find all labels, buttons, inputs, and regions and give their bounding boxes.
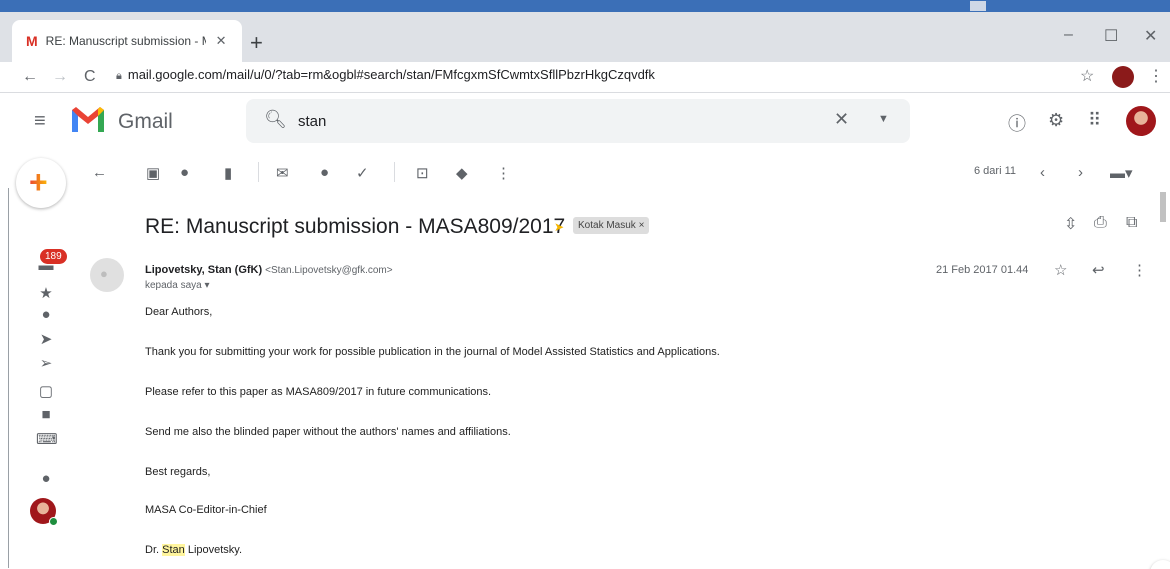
person-icon: ●: [100, 266, 108, 281]
scrollbar-thumb[interactable]: [1160, 192, 1166, 222]
url-field[interactable]: 🔒︎ mail.google.com/mail/u/0/?tab=rm&ogbl#…: [116, 67, 655, 83]
unread-badge: 189: [40, 249, 67, 264]
mark-unread-icon[interactable]: ✉: [276, 164, 289, 182]
starred-icon[interactable]: ★: [36, 284, 56, 302]
online-status-icon: [49, 517, 58, 526]
account-avatar[interactable]: [1126, 106, 1156, 136]
toolbar-divider: [394, 162, 395, 182]
gmail-logo-icon[interactable]: [70, 104, 106, 134]
newer-icon[interactable]: ‹: [1040, 164, 1045, 181]
snoozed-clock-icon[interactable]: ●: [36, 306, 56, 323]
browser-profile-avatar[interactable]: [1112, 66, 1134, 88]
address-bar: ← → C 🔒︎ mail.google.com/mail/u/0/?tab=rm…: [0, 62, 1170, 92]
archive-icon[interactable]: ▣: [146, 164, 160, 182]
body-role: MASA Co-Editor-in-Chief: [145, 504, 267, 516]
search-options-icon[interactable]: ▼: [878, 113, 889, 125]
delete-icon[interactable]: ▮: [224, 164, 232, 182]
body-line: Send me also the blinded paper without t…: [145, 426, 511, 438]
recipient-details[interactable]: kepada saya ▾: [145, 280, 210, 291]
search-bar[interactable]: 🔍︎ stan ✕ ▼: [246, 99, 910, 143]
body-greeting: Dear Authors,: [145, 306, 213, 318]
window-close-icon[interactable]: ✕: [1144, 26, 1157, 46]
message-date: 21 Feb 2017 01.44: [936, 264, 1029, 276]
importance-marker-icon[interactable]: ➤: [554, 220, 564, 234]
settings-gear-icon[interactable]: ⚙: [1048, 110, 1064, 131]
forward-arrow-icon[interactable]: →: [52, 68, 68, 86]
rail-scroll-line: [8, 188, 9, 568]
tab-title: RE: Manuscript submission - MASA809/2017: [45, 34, 206, 48]
sender-name-text: Lipovetsky, Stan (GfK): [145, 264, 263, 276]
report-spam-icon[interactable]: ●: [180, 164, 189, 181]
back-to-list-icon[interactable]: ←: [92, 164, 107, 181]
clear-search-icon[interactable]: ✕: [834, 109, 849, 130]
browser-tabstrip: M RE: Manuscript submission - MASA809/20…: [0, 12, 1170, 62]
hangouts-icon[interactable]: ●: [36, 470, 56, 487]
sender-avatar: ●: [90, 258, 124, 292]
hangouts-avatar[interactable]: [30, 498, 58, 526]
divider: [0, 92, 1170, 93]
compose-plus-icon: +: [29, 164, 48, 200]
message-more-icon[interactable]: ⋮: [1132, 261, 1147, 279]
desktop-strip: [0, 0, 1170, 12]
meet-new-icon[interactable]: ▢: [36, 382, 56, 400]
main-menu-icon[interactable]: ≡: [34, 110, 46, 133]
signature-suffix: Lipovetsky.: [184, 544, 243, 556]
body-line: Thank you for submitting your work for p…: [145, 346, 720, 358]
sender-email: <Stan.Lipovetsky@gfk.com>: [265, 265, 393, 276]
collapse-all-icon[interactable]: ⇳: [1064, 214, 1077, 234]
search-input[interactable]: stan: [298, 113, 326, 130]
side-panel-toggle[interactable]: ‹: [1150, 560, 1170, 569]
desktop-icon: [970, 1, 986, 11]
back-arrow-icon[interactable]: ←: [22, 68, 38, 86]
snooze-icon[interactable]: ●: [320, 164, 329, 181]
print-icon[interactable]: ⎙: [1094, 214, 1107, 232]
add-to-tasks-icon[interactable]: ✓: [356, 164, 369, 182]
apps-grid-icon[interactable]: ⠿: [1088, 110, 1101, 131]
more-actions-icon[interactable]: ⋮: [496, 164, 511, 182]
star-icon[interactable]: ☆: [1054, 261, 1067, 279]
browser-tab[interactable]: M RE: Manuscript submission - MASA809/20…: [12, 20, 242, 62]
body-signature: Dr. Stan Lipovetsky.: [145, 544, 242, 556]
sent-icon[interactable]: ➢: [36, 354, 56, 372]
body-closing: Best regards,: [145, 466, 211, 478]
lock-icon: 🔒︎: [116, 70, 122, 82]
pagination-text: 6 dari 11: [974, 165, 1016, 177]
bookmark-star-icon[interactable]: ☆: [1080, 66, 1094, 86]
toolbar-divider: [258, 162, 259, 182]
label-icon[interactable]: ◆: [456, 164, 468, 182]
inbox-label-chip[interactable]: Kotak Masuk ×: [573, 217, 650, 234]
older-icon[interactable]: ›: [1078, 164, 1083, 181]
url-text: mail.google.com/mail/u/0/?tab=rm&ogbl#se…: [127, 67, 655, 82]
email-subject: RE: Manuscript submission - MASA809/2017: [145, 215, 566, 238]
minimize-icon[interactable]: –: [1064, 26, 1073, 44]
sender-name[interactable]: Lipovetsky, Stan (GfK) <Stan.Lipovetsky@g…: [145, 264, 393, 276]
meet-video-icon[interactable]: ■: [36, 406, 56, 423]
chevron-left-icon: ‹: [1158, 564, 1162, 569]
input-tools-icon[interactable]: ▬▾: [1110, 164, 1133, 182]
body-line: Please refer to this paper as MASA809/20…: [145, 386, 492, 398]
reply-icon[interactable]: ↩: [1092, 261, 1105, 279]
search-icon[interactable]: 🔍︎: [264, 109, 287, 130]
maximize-icon[interactable]: ☐: [1104, 26, 1118, 46]
product-name: Gmail: [118, 110, 173, 133]
reload-icon[interactable]: C: [84, 68, 96, 86]
move-to-icon[interactable]: ⊡: [416, 164, 429, 182]
signature-prefix: Dr.: [145, 544, 163, 556]
gmail-favicon-icon: M: [26, 33, 38, 49]
meet-join-keyboard-icon[interactable]: ⌨: [36, 430, 58, 448]
compose-button[interactable]: +: [16, 158, 66, 208]
tab-close-icon[interactable]: ✕: [216, 33, 227, 49]
new-window-icon[interactable]: ⧉: [1126, 214, 1137, 232]
search-highlight: Stan: [162, 544, 185, 556]
important-icon[interactable]: ➤: [36, 330, 56, 348]
help-icon[interactable]: ⓘ: [1008, 110, 1026, 136]
new-tab-button[interactable]: +: [250, 30, 263, 56]
browser-menu-icon[interactable]: ⋮: [1148, 66, 1164, 86]
